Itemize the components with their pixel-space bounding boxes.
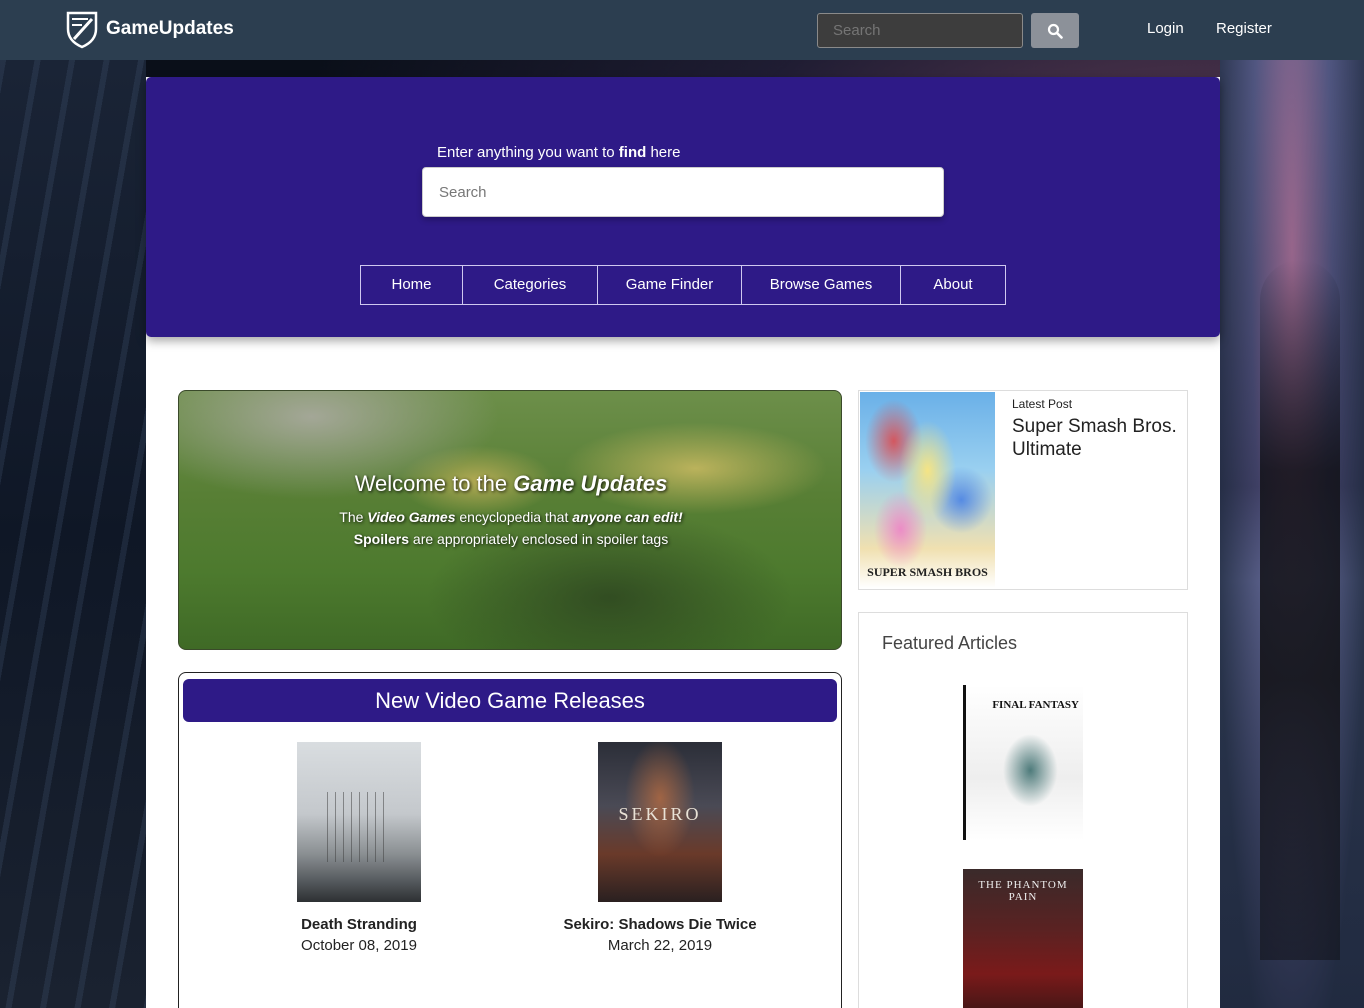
featured-articles-panel: Featured Articles FINAL FANTASY THE PHAN… — [858, 612, 1188, 1008]
nav-browse-games[interactable]: Browse Games — [742, 266, 901, 304]
welcome-title: Welcome to the Game Updates — [354, 471, 668, 496]
navbar-search-input[interactable] — [817, 13, 1023, 48]
featured-articles-title: Featured Articles — [882, 633, 1018, 653]
background-left — [0, 60, 146, 1008]
game-card[interactable]: SEKIRO Sekiro: Shadows Die Twice March 2… — [510, 742, 810, 954]
game-title[interactable]: Sekiro: Shadows Die Twice — [510, 916, 810, 933]
login-link[interactable]: Login — [1147, 20, 1184, 37]
welcome-tagline: The Video Games encyclopedia that anyone… — [339, 509, 683, 525]
brand-name: GameUpdates — [106, 18, 234, 39]
game-title[interactable]: Death Stranding — [209, 916, 509, 933]
game-release-date: March 22, 2019 — [607, 937, 713, 954]
nav-categories[interactable]: Categories — [463, 266, 598, 304]
cover-logo-text: THE PHANTOM PAIN — [978, 879, 1068, 903]
hero-section: Enter anything you want to find here Sea… — [146, 77, 1220, 337]
latest-post-title[interactable]: Super Smash Bros. Ultimate — [1012, 415, 1182, 461]
game-cover[interactable] — [297, 742, 421, 902]
featured-article-image[interactable]: THE PHANTOM PAIN — [963, 869, 1083, 1008]
game-card[interactable]: Death Stranding October 08, 2019 — [209, 742, 509, 954]
latest-post-label: Latest Post — [1012, 397, 1073, 411]
latest-post-card[interactable]: SUPER SMASH BROS Latest Post Super Smash… — [858, 390, 1188, 590]
latest-post-image[interactable]: SUPER SMASH BROS — [860, 392, 995, 588]
hero-search-prompt: Enter anything you want to find here — [437, 144, 681, 161]
brand[interactable]: GameUpdates — [64, 9, 234, 49]
nav-home[interactable]: Home — [361, 266, 463, 304]
search-icon — [1047, 23, 1063, 39]
welcome-spoiler-note: Spoilers are appropriately enclosed in s… — [353, 531, 669, 547]
game-cover[interactable]: SEKIRO — [598, 742, 722, 902]
welcome-banner: Welcome to the Game Updates The Video Ga… — [178, 390, 842, 650]
cover-logo-text: FINAL FANTASY — [992, 699, 1079, 711]
navbar-search-button[interactable] — [1031, 13, 1079, 48]
game-release-date: October 08, 2019 — [301, 937, 417, 954]
cover-logo-text: SUPER SMASH BROS — [867, 565, 988, 579]
hero-search-input[interactable]: Search — [422, 167, 944, 217]
featured-article-image[interactable]: FINAL FANTASY — [963, 685, 1083, 840]
cover-logo-text: SEKIRO — [618, 804, 702, 824]
navbar: GameUpdates Login Register — [0, 0, 1364, 60]
nav-game-finder[interactable]: Game Finder — [598, 266, 742, 304]
main-nav: Home Categories Game Finder Browse Games… — [360, 265, 1006, 305]
nav-about[interactable]: About — [901, 266, 1005, 304]
shield-sword-icon — [66, 11, 98, 49]
new-releases-header: New Video Game Releases — [183, 679, 837, 722]
register-link[interactable]: Register — [1216, 20, 1272, 37]
main-container: Enter anything you want to find here Sea… — [146, 77, 1220, 1008]
background-right — [1220, 60, 1364, 1008]
new-releases-panel: New Video Game Releases Death Stranding … — [178, 672, 842, 1008]
